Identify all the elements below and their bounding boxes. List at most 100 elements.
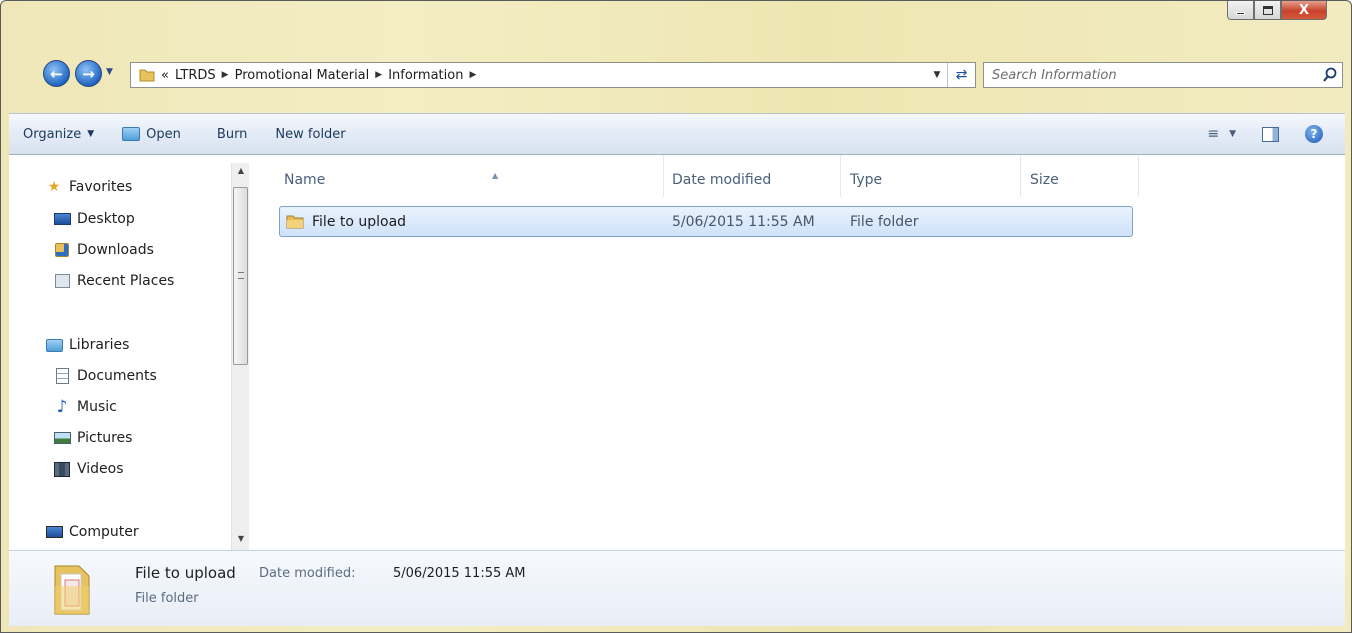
new-folder-label: New folder xyxy=(275,126,346,142)
recent-pages-dropdown[interactable]: ▼ xyxy=(106,67,113,77)
title-bar: X xyxy=(1,1,1351,55)
desktop-icon xyxy=(53,211,71,227)
file-list: Name ▲ Date modified Type Size File to u… xyxy=(254,155,1345,550)
nav-computer-label: Computer xyxy=(69,524,139,540)
close-button[interactable]: X xyxy=(1281,1,1327,20)
nav-videos[interactable]: Videos xyxy=(53,461,124,477)
navigation-scrollbar[interactable]: ▲ ▼ xyxy=(231,163,249,550)
organize-menu[interactable]: Organize ▼ xyxy=(9,114,108,154)
refresh-button[interactable]: ⇄ xyxy=(947,63,975,87)
nav-documents[interactable]: Documents xyxy=(53,368,157,384)
open-icon xyxy=(122,127,141,141)
column-divider[interactable] xyxy=(1138,155,1139,197)
view-controls: ≡ ▼ ? xyxy=(1207,114,1323,154)
maximize-button[interactable] xyxy=(1254,1,1281,20)
nav-libraries[interactable]: Libraries xyxy=(45,337,129,353)
nav-videos-label: Videos xyxy=(77,461,124,477)
nav-downloads[interactable]: Downloads xyxy=(53,242,154,258)
scroll-down-icon[interactable]: ▼ xyxy=(232,531,250,547)
column-header-date[interactable]: Date modified xyxy=(672,165,840,195)
nav-computer[interactable]: Computer xyxy=(45,524,139,540)
folder-icon xyxy=(54,565,90,615)
command-bar: Organize ▼ Open Burn New folder ≡ ▼ ? xyxy=(9,113,1345,155)
chevron-right-icon[interactable]: ▶ xyxy=(469,70,476,80)
folder-icon xyxy=(286,215,304,229)
pictures-icon xyxy=(53,430,71,446)
column-name-label: Name xyxy=(284,172,326,188)
chevron-down-icon: ▼ xyxy=(1229,129,1236,139)
nav-recent-places[interactable]: Recent Places xyxy=(53,273,174,289)
minimize-icon xyxy=(1236,11,1245,15)
preview-pane-icon[interactable] xyxy=(1262,126,1279,142)
file-name: File to upload xyxy=(312,213,407,230)
chevron-down-icon: ▼ xyxy=(87,129,95,139)
view-list-icon: ≡ xyxy=(1207,126,1220,142)
column-size-label: Size xyxy=(1030,172,1059,188)
grip-icon xyxy=(238,272,244,279)
forward-arrow-icon: → xyxy=(82,64,95,83)
chevron-right-icon[interactable]: ▶ xyxy=(375,70,382,80)
column-divider[interactable] xyxy=(1020,155,1021,197)
search-input[interactable] xyxy=(992,64,1312,86)
nav-favorites[interactable]: ★ Favorites xyxy=(45,179,133,195)
sort-ascending-icon: ▲ xyxy=(492,171,499,180)
nav-desktop-label: Desktop xyxy=(77,211,135,227)
nav-desktop[interactable]: Desktop xyxy=(53,211,135,227)
column-divider[interactable] xyxy=(663,155,664,197)
file-date: 5/06/2015 11:55 AM xyxy=(672,213,815,230)
maximize-icon xyxy=(1262,5,1273,15)
scrollbar-thumb[interactable] xyxy=(233,187,248,365)
nav-pictures-label: Pictures xyxy=(77,430,133,446)
documents-icon xyxy=(53,368,71,384)
back-arrow-icon: ← xyxy=(50,64,63,83)
libraries-icon xyxy=(45,337,63,353)
nav-music[interactable]: ♪ Music xyxy=(53,397,117,417)
close-icon: X xyxy=(1298,2,1310,18)
breadcrumb-overflow[interactable]: « xyxy=(161,68,169,83)
refresh-icon: ⇄ xyxy=(955,67,968,83)
navigation-pane: ★ Favorites Desktop Downloads Recent Pla… xyxy=(9,155,254,550)
music-icon: ♪ xyxy=(56,397,68,417)
column-divider[interactable] xyxy=(840,155,841,197)
organize-label: Organize xyxy=(23,126,82,142)
minimize-button[interactable] xyxy=(1227,1,1254,20)
burn-label: Burn xyxy=(216,126,248,142)
back-button[interactable]: ← xyxy=(43,60,70,87)
nav-recent-places-label: Recent Places xyxy=(77,273,175,289)
open-button[interactable]: Open xyxy=(108,114,195,154)
forward-button[interactable]: → xyxy=(75,60,102,87)
breadcrumb-ltrds[interactable]: LTRDS xyxy=(175,68,216,83)
file-name-cell: File to upload xyxy=(280,207,660,236)
help-icon[interactable]: ? xyxy=(1305,125,1323,143)
file-date-cell: 5/06/2015 11:55 AM xyxy=(672,207,842,236)
address-history-dropdown[interactable]: ▼ xyxy=(927,70,947,80)
column-type-label: Type xyxy=(850,172,883,188)
main-area: ★ Favorites Desktop Downloads Recent Pla… xyxy=(9,155,1345,550)
breadcrumb-information[interactable]: Information xyxy=(388,68,463,83)
file-type-cell: File folder xyxy=(850,207,1020,236)
column-header-name[interactable]: Name ▲ xyxy=(284,165,662,195)
nav-downloads-label: Downloads xyxy=(77,242,154,258)
search-box xyxy=(983,62,1343,88)
computer-icon xyxy=(45,524,63,540)
address-bar[interactable]: « LTRDS ▶ Promotional Material ▶ Informa… xyxy=(130,62,976,88)
nav-documents-label: Documents xyxy=(77,368,157,384)
column-date-label: Date modified xyxy=(672,172,772,188)
new-folder-button[interactable]: New folder xyxy=(261,114,359,154)
scroll-up-icon[interactable]: ▲ xyxy=(232,163,250,179)
details-file-name: File to upload xyxy=(135,564,236,582)
change-view-button[interactable]: ≡ ▼ xyxy=(1207,126,1236,142)
chevron-right-icon[interactable]: ▶ xyxy=(222,70,229,80)
caption-buttons: X xyxy=(1227,1,1327,20)
nav-pictures[interactable]: Pictures xyxy=(53,430,132,446)
column-header-type[interactable]: Type xyxy=(850,165,1020,195)
details-date-label: Date modified: xyxy=(259,566,356,581)
burn-button[interactable]: Burn xyxy=(195,114,262,154)
breadcrumb-promotional-material[interactable]: Promotional Material xyxy=(235,68,370,83)
address-controls: ▼ ⇄ xyxy=(927,63,975,87)
table-row[interactable]: File to upload 5/06/2015 11:55 AM File f… xyxy=(279,206,1133,237)
breadcrumb: « LTRDS ▶ Promotional Material ▶ Informa… xyxy=(161,68,476,83)
search-icon[interactable] xyxy=(1322,67,1338,83)
downloads-icon xyxy=(53,242,71,258)
column-header-size[interactable]: Size xyxy=(1030,165,1134,195)
